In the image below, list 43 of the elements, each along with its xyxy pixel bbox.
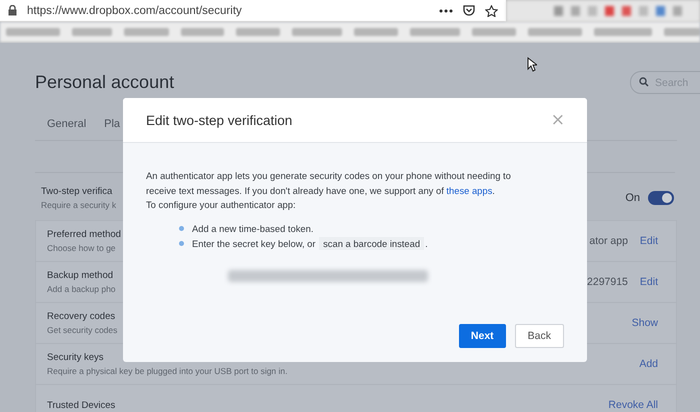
- address-bar[interactable]: https://www.dropbox.com/account/security: [0, 0, 506, 22]
- setting-description: Require a physical key be plugged into your USB port to sign in.: [47, 366, 288, 376]
- action-link[interactable]: Edit: [640, 276, 658, 288]
- url-text: https://www.dropbox.com/account/security: [27, 4, 243, 16]
- dialog-title: Edit two-step verification: [146, 112, 292, 128]
- next-button[interactable]: Next: [458, 324, 506, 348]
- setting-title: Trusted Devices: [47, 400, 116, 410]
- star-icon[interactable]: [485, 4, 498, 16]
- action-link[interactable]: Add: [639, 358, 658, 370]
- setting-title: Preferred method: [47, 229, 121, 240]
- dialog-description: An authenticator app lets you generate security codes on your phone without needing to receive text messages. If you don't already have one, we support any of these apps.: [146, 169, 512, 198]
- setting-title: Backup method: [47, 270, 114, 281]
- apps-link[interactable]: these apps: [446, 184, 492, 196]
- mouse-cursor-icon: [527, 57, 537, 72]
- step-text: Add a new time-based token.: [192, 222, 314, 234]
- setting-title: Security keys: [47, 352, 104, 363]
- close-button[interactable]: ×: [550, 112, 565, 128]
- more-icon[interactable]: [439, 8, 453, 12]
- pocket-icon[interactable]: [463, 5, 475, 16]
- setting-description: Add a backup pho: [47, 284, 116, 294]
- tab[interactable]: Pla: [104, 118, 120, 134]
- step-text: Enter the secret key below, or scan a barcode instead .: [192, 238, 428, 248]
- setting-title: Two-step verifica: [41, 186, 112, 197]
- page-title: Personal account: [35, 72, 174, 93]
- action-link[interactable]: Edit: [640, 235, 658, 247]
- lock-icon: [8, 5, 17, 16]
- tab[interactable]: General: [47, 118, 86, 134]
- setting-description: Require a security k: [41, 200, 116, 210]
- setting-description: Choose how to ge: [47, 243, 116, 253]
- setting-value: ator app: [589, 235, 628, 247]
- bullet-icon: [179, 226, 184, 230]
- setting-title: Recovery codes: [47, 311, 116, 322]
- action-link[interactable]: Revoke All: [608, 399, 658, 411]
- instruction-text: To configure your authenticator app:: [146, 198, 297, 212]
- toggle-switch[interactable]: [648, 191, 674, 205]
- toggle-status: On: [625, 192, 640, 204]
- action-link[interactable]: Show: [632, 317, 658, 329]
- barcode-link[interactable]: scan a barcode instead: [319, 236, 424, 250]
- back-button[interactable]: Back: [514, 324, 564, 348]
- setting-value: 2297915: [587, 276, 628, 288]
- search-icon: [639, 77, 649, 87]
- bullet-icon: [179, 240, 184, 246]
- setting-description: Get security codes: [47, 325, 118, 335]
